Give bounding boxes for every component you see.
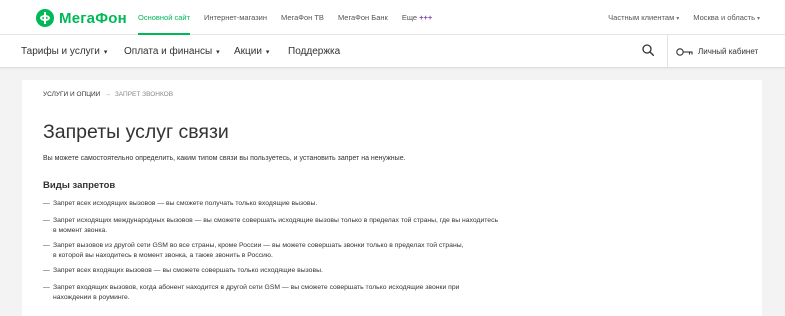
segment-label: Частным клиентам — [608, 13, 675, 22]
key-icon — [676, 47, 693, 56]
list-item: — Запрет входящих вызовов, когда абонент … — [43, 283, 459, 303]
personal-account-link[interactable]: Личный кабинет — [676, 35, 758, 68]
list-item-text-cont: в момент звонка. — [53, 227, 108, 234]
breadcrumb-link-services[interactable]: УСЛУГИ И ОПЦИИ — [43, 91, 100, 98]
list-item-text-cont: в которой вы находитесь в момент звонка,… — [53, 252, 273, 259]
list-item-text-cont: нахождении в роуминге. — [53, 294, 130, 301]
top-nav-online-store[interactable]: Интернет-магазин — [204, 0, 267, 35]
main-nav-tariffs-label: Тарифы и услуги — [21, 46, 100, 57]
top-bar: МегаФон Основной сайт Интернет-магазин М… — [0, 0, 785, 35]
main-nav-promos[interactable]: Акции ▾ — [234, 35, 269, 68]
main-nav-payment-label: Оплата и финансы — [124, 46, 213, 57]
list-item-text: Запрет вызовов из другой сети GSM во все… — [53, 242, 464, 249]
top-nav: Основной сайт Интернет-магазин МегаФон Т… — [138, 0, 446, 35]
top-nav-more[interactable]: Еще +++ — [402, 0, 433, 35]
chevron-down-icon: ▾ — [676, 16, 680, 22]
account-label: Личный кабинет — [698, 47, 759, 56]
list-dash: — — [43, 200, 50, 207]
top-nav-more-label: Еще — [401, 13, 418, 22]
megafon-logo[interactable]: МегаФон — [36, 9, 127, 27]
list-item-text: Запрет всех входящих вызовов — вы сможет… — [53, 267, 323, 274]
list-item: — Запрет всех исходящих вызовов — вы смож… — [43, 199, 317, 209]
logo-text: МегаФон — [59, 9, 127, 27]
megafon-logo-icon — [36, 9, 54, 27]
chevron-down-icon: ▾ — [263, 49, 270, 56]
main-nav-payment[interactable]: Оплата и финансы ▾ — [124, 35, 220, 68]
intro-text: Вы можете самостоятельно определить, как… — [43, 155, 406, 162]
list-dash: — — [43, 267, 50, 274]
breadcrumb-separator: → — [104, 91, 111, 98]
content-card: УСЛУГИ И ОПЦИИ → ЗАПРЕТ ЗВОНКОВ Запреты ус… — [22, 80, 762, 316]
list-item: — Запрет вызовов из другой сети GSM во вс… — [43, 241, 464, 261]
chevron-down-icon: ▾ — [101, 49, 108, 56]
list-item-text: Запрет исходящих международных вызовов —… — [53, 217, 499, 224]
section-title: Виды запретов — [43, 180, 116, 191]
chevron-down-icon: ▾ — [214, 49, 220, 56]
chevron-down-icon: ▾ — [756, 16, 760, 22]
list-item-text: Запрет всех исходящих вызовов — вы сможе… — [53, 200, 318, 207]
region-label: Москва и область — [693, 13, 755, 22]
list-item: — Запрет исходящих международных вызовов … — [43, 216, 498, 236]
search-icon — [642, 44, 654, 56]
top-right: Частным клиентам ▾ Москва и область ▾ — [594, 0, 760, 35]
segment-selector[interactable]: Частным клиентам ▾ — [608, 13, 679, 22]
list-dash: — — [43, 242, 50, 249]
breadcrumb: УСЛУГИ И ОПЦИИ → ЗАПРЕТ ЗВОНКОВ — [43, 91, 173, 98]
list-item-text: Запрет входящих вызовов, когда абонент н… — [53, 284, 460, 291]
list-dash: — — [43, 217, 50, 224]
top-nav-megafon-tv[interactable]: МегаФон ТВ — [281, 0, 324, 35]
main-nav: Тарифы и услуги ▾ Оплата и финансы ▾ Акц… — [0, 35, 785, 68]
list-item: — Запрет всех входящих вызовов — вы сможе… — [43, 266, 323, 276]
main-nav-tariffs[interactable]: Тарифы и услуги ▾ — [21, 35, 107, 68]
main-nav-promos-label: Акции — [234, 46, 262, 57]
more-plus-icon: +++ — [419, 13, 433, 22]
page-title: Запреты услуг связи — [43, 121, 229, 143]
list-dash: — — [43, 284, 50, 291]
top-nav-main-site[interactable]: Основной сайт — [138, 0, 191, 35]
top-nav-megafon-bank[interactable]: МегаФон Банк — [338, 0, 388, 35]
breadcrumb-current: ЗАПРЕТ ЗВОНКОВ — [114, 91, 174, 98]
region-selector[interactable]: Москва и область ▾ — [693, 13, 760, 22]
search-button[interactable] — [632, 35, 668, 68]
main-nav-support[interactable]: Поддержка — [288, 35, 340, 68]
